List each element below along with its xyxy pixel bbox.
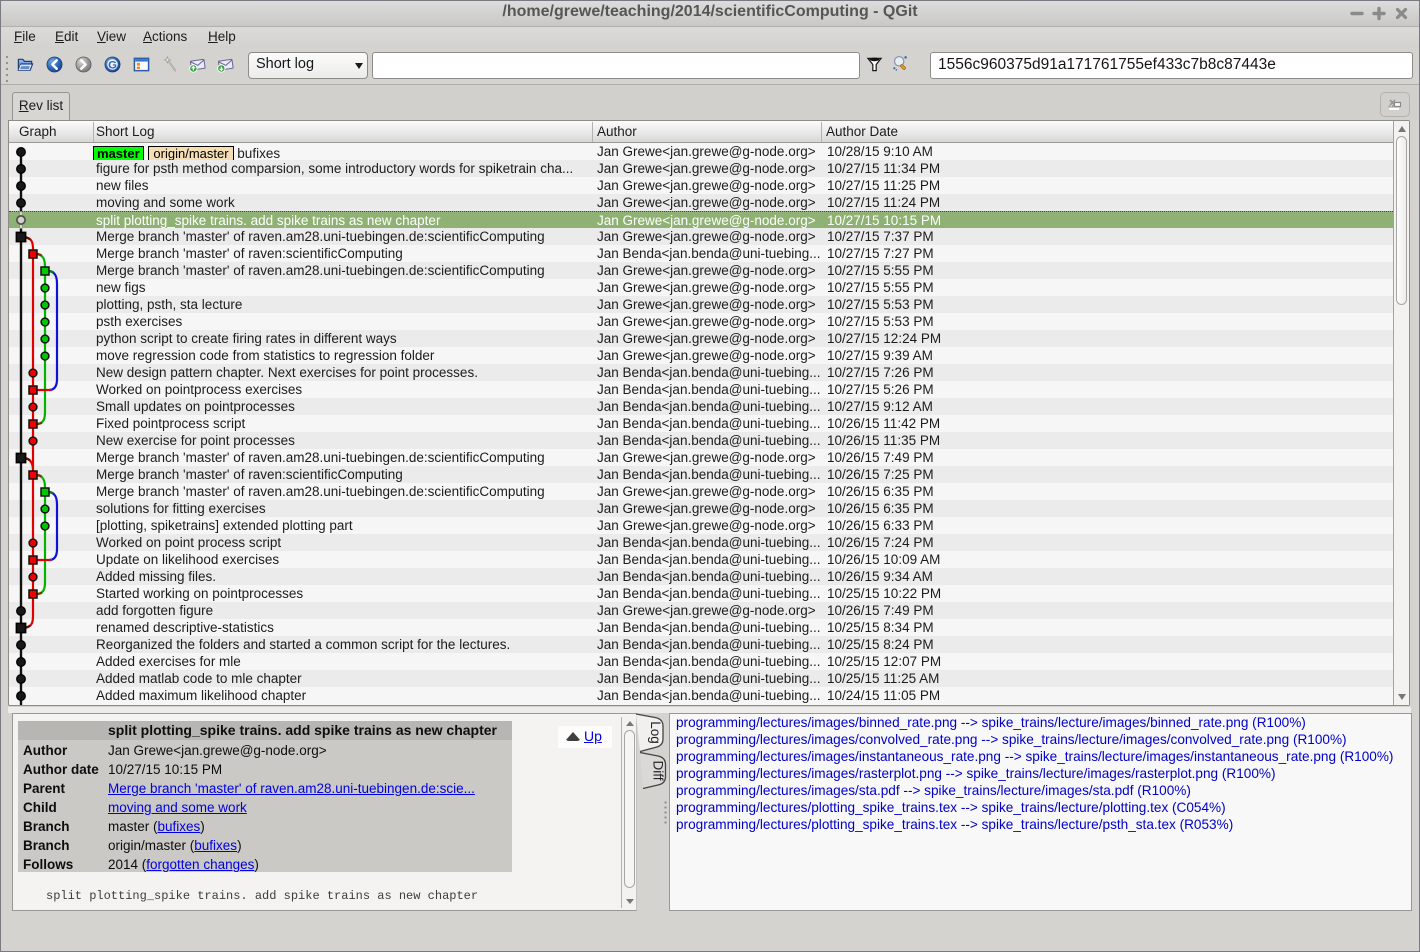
svg-text:Diff: Diff: [651, 760, 666, 780]
svg-text:Log: Log: [648, 721, 663, 744]
svg-text:G: G: [108, 59, 117, 71]
